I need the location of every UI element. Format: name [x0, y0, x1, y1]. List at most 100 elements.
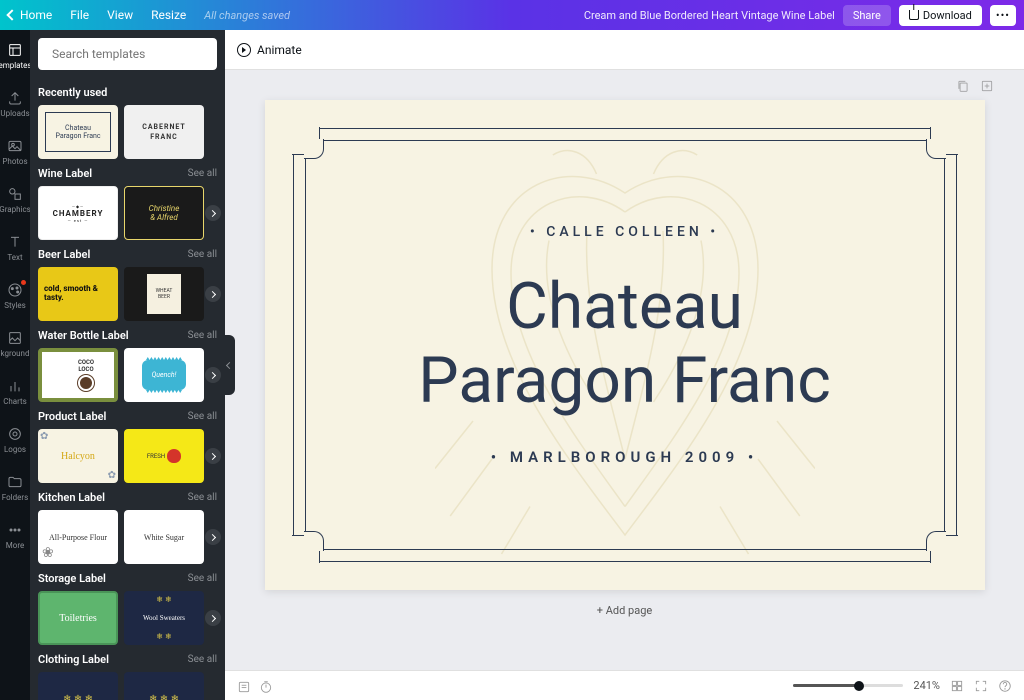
section-header: Storage LabelSee all: [38, 564, 217, 591]
share-button[interactable]: Share: [843, 5, 891, 26]
rail-text[interactable]: Text: [0, 230, 30, 266]
rail-folders[interactable]: Folders: [0, 470, 30, 506]
resize-menu[interactable]: Resize: [151, 8, 186, 22]
design-canvas[interactable]: • CALLE COLLEEN • Chateau Paragon Franc …: [265, 100, 985, 590]
notification-dot: [21, 280, 26, 285]
search-box[interactable]: [38, 38, 217, 70]
carousel-next-button[interactable]: [205, 286, 221, 302]
template-thumb[interactable]: FRESH: [124, 429, 204, 483]
download-icon: [909, 10, 919, 20]
bottom-bar: 241%: [225, 670, 1024, 700]
rail-background[interactable]: kground: [0, 326, 30, 362]
zoom-slider[interactable]: [793, 684, 903, 687]
workspace[interactable]: • CALLE COLLEEN • Chateau Paragon Franc …: [225, 70, 1024, 670]
background-icon: [7, 330, 23, 346]
section-header: Beer Label See all: [38, 240, 217, 267]
template-thumb[interactable]: Halcyon: [38, 429, 118, 483]
template-list[interactable]: Recently usedChateauParagon FrancCABERNE…: [30, 78, 225, 700]
page-actions: [956, 78, 994, 92]
wine-name-text[interactable]: Chateau Paragon Franc: [418, 270, 830, 417]
photos-icon: [7, 138, 23, 154]
add-page-button[interactable]: + Add page: [597, 604, 652, 617]
duplicate-page-icon[interactable]: [956, 78, 970, 92]
collapse-panel-button[interactable]: [223, 335, 235, 395]
see-all-link[interactable]: See all: [188, 573, 217, 584]
rail-graphics[interactable]: Graphics: [0, 182, 30, 218]
timer-icon[interactable]: [259, 679, 273, 693]
fullscreen-icon[interactable]: [974, 679, 988, 693]
thumb-row: COCOLOCOQuench!: [38, 348, 217, 402]
more-icon: [7, 522, 23, 538]
save-status: All changes saved: [204, 9, 290, 22]
template-thumb[interactable]: cold, smooth & tasty.: [38, 267, 118, 321]
template-thumb[interactable]: Toiletries: [38, 591, 118, 645]
templates-panel: Recently usedChateauParagon FrancCABERNE…: [30, 30, 225, 700]
see-all-link[interactable]: See all: [188, 330, 217, 341]
template-thumb[interactable]: [124, 672, 204, 700]
uploads-icon: [7, 90, 23, 106]
rail-more[interactable]: More: [0, 518, 30, 554]
section-title: Beer Label: [38, 248, 90, 261]
grid-view-icon[interactable]: [950, 679, 964, 693]
carousel-next-button[interactable]: [205, 610, 221, 626]
chevron-right-icon: [209, 452, 216, 459]
rail-templates[interactable]: emplates: [0, 38, 30, 74]
zoom-value[interactable]: 241%: [913, 679, 940, 692]
view-menu[interactable]: View: [107, 8, 133, 22]
carousel-next-button[interactable]: [205, 448, 221, 464]
home-button[interactable]: Home: [8, 8, 52, 22]
animate-button[interactable]: Animate: [237, 43, 302, 57]
carousel-next-button[interactable]: [205, 205, 221, 221]
template-thumb[interactable]: Quench!: [124, 348, 204, 402]
section-title: Wine Label: [38, 167, 92, 180]
more-button[interactable]: •••: [990, 5, 1016, 26]
section-title: Product Label: [38, 410, 106, 423]
styles-icon: [7, 282, 23, 298]
help-icon[interactable]: [998, 679, 1012, 693]
rail-uploads[interactable]: Uploads: [0, 86, 30, 122]
template-thumb[interactable]: White Sugar: [124, 510, 204, 564]
tagline-text[interactable]: • CALLE COLLEEN •: [530, 224, 719, 240]
section-title: Water Bottle Label: [38, 329, 129, 342]
chevron-left-icon: [225, 361, 232, 368]
template-thumb[interactable]: COCOLOCO: [38, 348, 118, 402]
template-thumb[interactable]: Wool Sweaters: [124, 591, 204, 645]
see-all-link[interactable]: See all: [188, 654, 217, 665]
canvas-area: Animate • CALLE COLLEEN •: [225, 30, 1024, 700]
template-thumb[interactable]: Christine& Alfred: [124, 186, 204, 240]
section-title: Clothing Label: [38, 653, 109, 666]
template-thumb[interactable]: WHEATBEER: [124, 267, 204, 321]
top-bar: Home File View Resize All changes saved …: [0, 0, 1024, 30]
see-all-link[interactable]: See all: [188, 168, 217, 179]
document-title[interactable]: Cream and Blue Bordered Heart Vintage Wi…: [584, 9, 835, 22]
thumb-row: ToiletriesWool Sweaters: [38, 591, 217, 645]
carousel-next-button[interactable]: [205, 367, 221, 383]
rail-logos[interactable]: Logos: [0, 422, 30, 458]
see-all-link[interactable]: See all: [188, 249, 217, 260]
rail-charts[interactable]: Charts: [0, 374, 30, 410]
charts-icon: [7, 378, 23, 394]
search-input[interactable]: [52, 47, 208, 61]
folders-icon: [7, 474, 23, 490]
section-header: Water Bottle Label See all: [38, 321, 217, 348]
section-header: Product Label See all: [38, 402, 217, 429]
tool-rail: emplates Uploads Photos Graphics Text Styles k…: [0, 30, 30, 700]
section-header: Clothing Label See all: [38, 645, 217, 672]
file-menu[interactable]: File: [70, 8, 89, 22]
see-all-link[interactable]: See all: [188, 411, 217, 422]
template-thumb[interactable]: —◆—CHAMBERY— est —: [38, 186, 118, 240]
notes-icon[interactable]: [237, 679, 251, 693]
template-thumb[interactable]: ChateauParagon Franc: [38, 105, 118, 159]
download-button[interactable]: Download: [899, 5, 982, 26]
region-text[interactable]: • MARLBOROUGH 2009 •: [491, 448, 758, 466]
section-header: Kitchen LabelSee all: [38, 483, 217, 510]
template-thumb[interactable]: CABERNETFRANC: [124, 105, 204, 159]
carousel-next-button[interactable]: [205, 529, 221, 545]
template-thumb[interactable]: All-Purpose Flour: [38, 510, 118, 564]
add-page-icon[interactable]: [980, 78, 994, 92]
rail-photos[interactable]: Photos: [0, 134, 30, 170]
template-thumb[interactable]: [38, 672, 118, 700]
see-all-link[interactable]: See all: [188, 492, 217, 503]
rail-styles[interactable]: Styles: [0, 278, 30, 314]
templates-icon: [7, 42, 23, 58]
